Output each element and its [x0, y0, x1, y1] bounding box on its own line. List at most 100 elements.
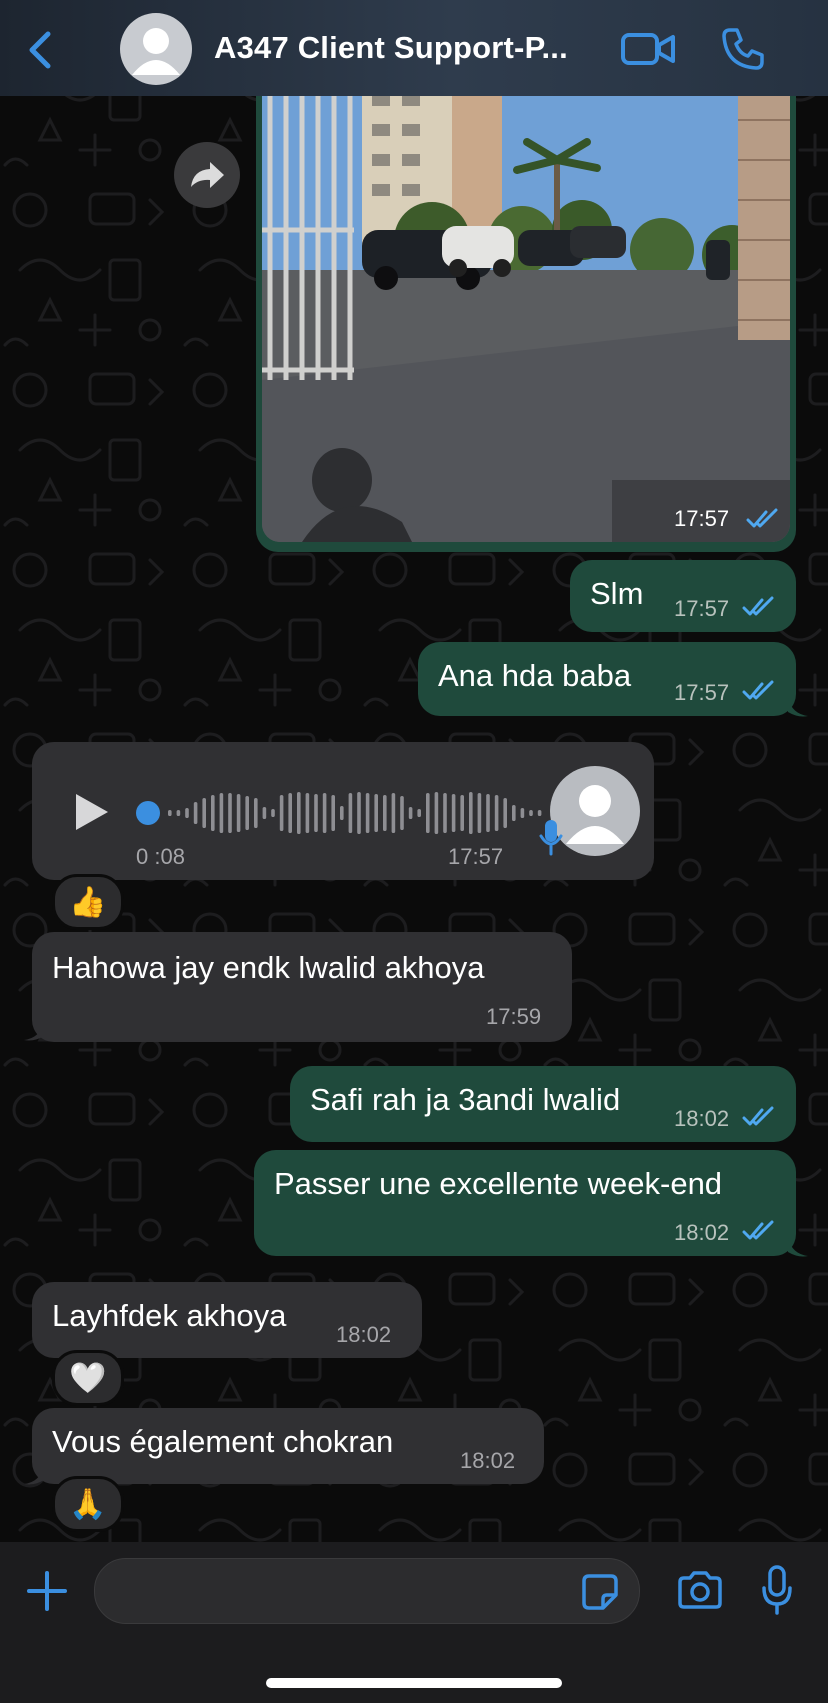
bubble-tail [788, 698, 808, 717]
message-time: 18:02 [674, 1220, 730, 1245]
reaction-badge[interactable]: 🙏 [52, 1476, 124, 1532]
waveform-bar [236, 794, 241, 832]
chat-title[interactable]: A347 Client Support-P... [214, 30, 568, 66]
read-ticks-icon [742, 596, 774, 616]
phone-call-icon[interactable] [720, 26, 766, 72]
camera-icon[interactable] [676, 1570, 724, 1610]
waveform-bar [219, 793, 224, 833]
play-icon[interactable] [72, 790, 112, 834]
waveform-bar [391, 793, 396, 833]
voice-waveform[interactable] [134, 786, 546, 840]
voice-duration: 0 :08 [136, 844, 185, 869]
waveform-bar [340, 806, 344, 820]
photo-message[interactable]: 17:57 [256, 80, 796, 552]
message-text: Safi rah ja 3andi lwalid [310, 1082, 621, 1117]
message-bubble-outgoing[interactable]: Passer une excellente week-end 18:02 [254, 1150, 796, 1256]
video-call-icon[interactable] [620, 30, 676, 68]
waveform-bar [417, 809, 421, 817]
waveform-bar [211, 795, 215, 831]
waveform-bar [185, 808, 189, 818]
waveform-bar [537, 810, 542, 816]
bubble-tail [24, 1022, 44, 1041]
waveform-bar [314, 794, 318, 832]
voice-message[interactable]: 0 :08 17:57 [32, 742, 654, 880]
message-time: 17:57 [674, 506, 730, 531]
waveform-bar [176, 810, 181, 816]
message-time: 17:57 [674, 680, 730, 705]
message-text: Ana hda baba [438, 658, 632, 693]
message-bubble-outgoing[interactable]: Slm 17:57 [570, 560, 796, 632]
waveform-bar [469, 792, 473, 834]
waveform-bar [529, 810, 533, 816]
home-indicator [266, 1678, 562, 1688]
waveform-bar [331, 795, 335, 831]
waveform-bar [408, 807, 413, 819]
waveform-bar [357, 792, 361, 834]
waveform-bar [262, 807, 267, 819]
waveform-bar [305, 793, 310, 833]
waveform-bar [322, 793, 327, 833]
waveform-bar [245, 796, 249, 830]
chat-header: A347 Client Support-P... [0, 0, 828, 96]
forward-arrow-icon [191, 162, 224, 188]
forward-button[interactable] [174, 142, 240, 208]
read-ticks-icon [742, 1106, 774, 1126]
message-text: Slm [590, 576, 644, 611]
message-time: 18:02 [460, 1448, 516, 1473]
waveform-bar [426, 793, 430, 833]
message-text: Hahowa jay endk lwalid akhoya [52, 950, 485, 985]
message-time: 18:02 [336, 1322, 392, 1347]
message-time: 17:57 [448, 844, 504, 869]
composer-bar [0, 1542, 828, 1703]
message-bubble-incoming[interactable]: Hahowa jay endk lwalid akhoya 17:59 [32, 932, 572, 1042]
message-bubble-outgoing[interactable]: Ana hda baba 17:57 [418, 642, 796, 716]
message-time: 17:57 [674, 596, 730, 621]
message-text: Vous également chokran [52, 1424, 394, 1459]
read-ticks-icon [742, 1220, 774, 1240]
waveform-bar [254, 798, 258, 828]
waveform-bar [279, 795, 284, 831]
sticker-icon[interactable] [581, 1573, 619, 1611]
waveform-bar [477, 793, 482, 833]
message-bubble-incoming[interactable]: Vous également chokran 18:02 [32, 1408, 544, 1484]
waveform-bar [443, 793, 447, 833]
waveform-bar [297, 792, 301, 834]
waveform-bar [460, 795, 464, 831]
message-bubble-incoming[interactable]: Layhfdek akhoya 18:02 [32, 1282, 422, 1358]
waveform-bar [202, 798, 206, 828]
contact-avatar[interactable] [120, 13, 192, 85]
bubble-tail [24, 1466, 44, 1485]
microphone-icon[interactable] [760, 1564, 794, 1616]
waveform-bar [168, 810, 172, 816]
back-icon[interactable] [20, 26, 60, 74]
message-time: 17:59 [486, 1004, 542, 1029]
message-text: Layhfdek akhoya [52, 1298, 287, 1333]
reaction-badge[interactable]: 👍 [52, 874, 124, 930]
default-avatar-icon [132, 28, 180, 75]
message-text: Passer une excellente week-end [274, 1166, 723, 1201]
waveform-bar [228, 793, 232, 833]
waveform-bar [434, 792, 439, 834]
read-ticks-icon [746, 508, 778, 528]
message-input[interactable] [94, 1558, 640, 1624]
message-bubble-outgoing[interactable]: Safi rah ja 3andi lwalid 18:02 [290, 1066, 796, 1142]
plus-icon[interactable] [26, 1570, 68, 1612]
waveform-bar [520, 808, 525, 818]
waveform-bar [365, 793, 370, 833]
reaction-badge[interactable]: 🤍 [52, 1350, 124, 1406]
waveform-bar [383, 795, 387, 831]
voice-mic-icon [539, 820, 563, 856]
waveform-bar [486, 794, 490, 832]
message-time: 18:02 [674, 1106, 730, 1131]
parking-lot-photo[interactable] [262, 80, 790, 542]
waveform-bar [512, 805, 516, 821]
bubble-tail [788, 1238, 808, 1257]
waveform-bar [193, 802, 198, 824]
waveform-bar [374, 794, 378, 832]
waveform-bar [348, 793, 353, 833]
waveform-bar [271, 809, 275, 817]
waveform-bar [451, 794, 456, 832]
waveform-bar [288, 793, 292, 833]
read-ticks-icon [742, 680, 774, 700]
waveform-bar [494, 795, 499, 831]
